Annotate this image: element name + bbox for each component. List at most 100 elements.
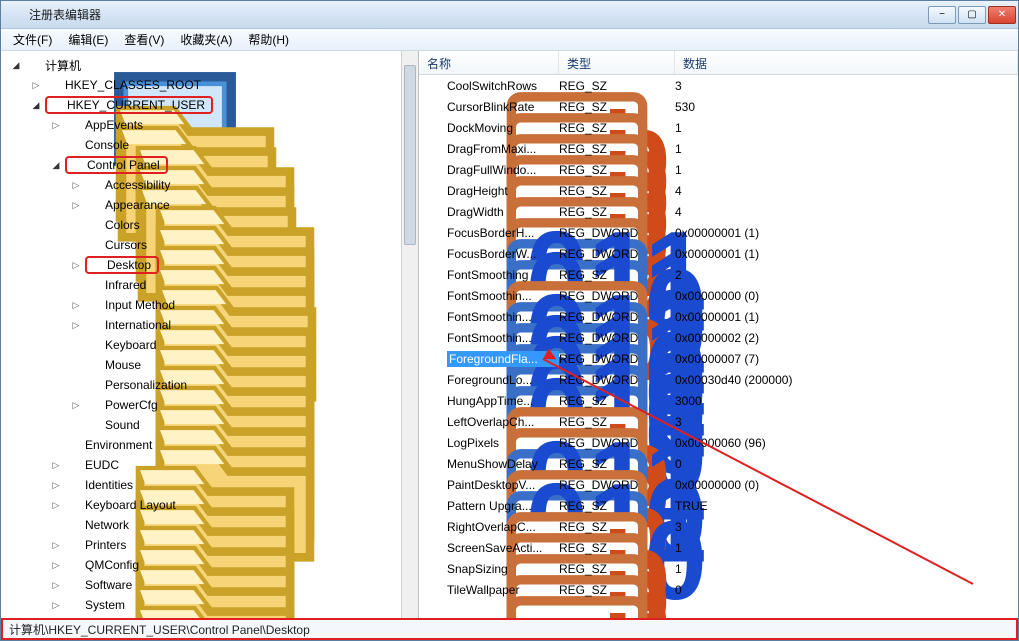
maximize-button[interactable]: ▢ (958, 6, 986, 24)
folder-icon (67, 158, 83, 172)
value-type: REG_DWORD (559, 310, 675, 324)
value-row[interactable]: DragHeightREG_SZ4 (419, 180, 1018, 201)
value-type: REG_SZ (559, 79, 675, 93)
value-row[interactable]: FontSmoothingREG_SZ2 (419, 264, 1018, 285)
reg-string-icon (427, 162, 443, 178)
value-row[interactable]: FocusBorderH...REG_DWORD0x00000001 (1) (419, 222, 1018, 243)
expand-toggle-icon[interactable]: ▷ (49, 578, 63, 592)
value-data: 4 (675, 205, 1018, 219)
expand-toggle-icon[interactable]: ▷ (69, 318, 83, 332)
value-data: 3 (675, 415, 1018, 429)
tree-panel[interactable]: ◢计算机▷HKEY_CLASSES_ROOT◢HKEY_CURRENT_USER… (1, 51, 419, 618)
folder-icon (85, 398, 101, 412)
value-type: REG_SZ (559, 415, 675, 429)
minimize-button[interactable]: − (928, 6, 956, 24)
value-row[interactable]: FontSmoothin...REG_DWORD0x00000000 (0) (419, 285, 1018, 306)
expand-toggle-icon[interactable]: ▷ (49, 478, 63, 492)
regedit-icon (7, 7, 23, 23)
expand-toggle-icon[interactable]: ▷ (49, 498, 63, 512)
tree-personalization[interactable]: Personalization (1, 375, 418, 395)
expand-toggle-icon[interactable]: ▷ (69, 178, 83, 192)
value-name: Pattern Upgra... (447, 499, 559, 513)
tree-system[interactable]: ▷System (1, 595, 418, 615)
col-data-header[interactable]: 数据 (675, 51, 1018, 74)
expand-toggle-icon[interactable]: ▷ (29, 78, 43, 92)
value-row[interactable]: ForegroundFla...REG_DWORD0x00000007 (7) (419, 348, 1018, 369)
tree-root-computer[interactable]: ◢计算机 (1, 55, 418, 75)
scroll-thumb[interactable] (404, 65, 416, 245)
value-name: FocusBorderH... (447, 226, 559, 240)
value-row[interactable]: ForegroundLo...REG_DWORD0x00030d40 (2000… (419, 369, 1018, 390)
value-row[interactable]: FontSmoothin...REG_DWORD0x00000001 (1) (419, 306, 1018, 327)
expand-toggle-icon[interactable]: ▷ (69, 298, 83, 312)
value-row[interactable]: Pattern Upgra...REG_SZTRUE (419, 495, 1018, 516)
titlebar[interactable]: 注册表编辑器 − ▢ ✕ (1, 1, 1018, 29)
value-row[interactable]: TileWallpaperREG_SZ0 (419, 579, 1018, 600)
tree-identities[interactable]: ▷Identities (1, 475, 418, 495)
tree-infrared[interactable]: Infrared (1, 275, 418, 295)
expand-toggle-icon[interactable]: ▷ (69, 198, 83, 212)
expand-toggle-icon[interactable]: ▷ (49, 598, 63, 612)
col-name-header[interactable]: 名称 (419, 51, 559, 74)
tree-desktop[interactable]: ▷Desktop (1, 255, 418, 275)
value-row[interactable]: DragWidthREG_SZ4 (419, 201, 1018, 222)
reg-string-icon (427, 414, 443, 430)
tree-international[interactable]: ▷International (1, 315, 418, 335)
value-row[interactable]: CursorBlinkRateREG_SZ530 (419, 96, 1018, 117)
expand-toggle-icon[interactable]: ▷ (49, 118, 63, 132)
tree-hkcu[interactable]: ◢HKEY_CURRENT_USER (1, 95, 418, 115)
value-row[interactable]: ScreenSaveActi...REG_SZ1 (419, 537, 1018, 558)
list-body[interactable]: CoolSwitchRowsREG_SZ3CursorBlinkRateREG_… (419, 75, 1018, 618)
value-data: 0x00000001 (1) (675, 226, 1018, 240)
value-row[interactable]: HungAppTime...REG_SZ3000 (419, 390, 1018, 411)
tree-environment[interactable]: Environment (1, 435, 418, 455)
collapse-toggle-icon[interactable]: ◢ (49, 158, 63, 172)
close-button[interactable]: ✕ (988, 6, 1016, 24)
value-row[interactable]: PaintDesktopV...REG_DWORD0x00000000 (0) (419, 474, 1018, 495)
folder-icon (47, 98, 63, 112)
menu-view[interactable]: 查看(V) (116, 29, 172, 50)
value-row[interactable]: CoolSwitchRowsREG_SZ3 (419, 75, 1018, 96)
menu-help[interactable]: 帮助(H) (240, 29, 297, 50)
menu-file[interactable]: 文件(F) (5, 29, 60, 50)
menu-edit[interactable]: 编辑(E) (60, 29, 116, 50)
tree-scrollbar[interactable] (401, 51, 418, 618)
value-row[interactable]: SnapSizingREG_SZ1 (419, 558, 1018, 579)
tree-network[interactable]: Network (1, 515, 418, 535)
tree-eudc[interactable]: ▷ EUDC (1, 455, 418, 475)
menubar: 文件(F) 编辑(E) 查看(V) 收藏夹(A) 帮助(H) (1, 29, 1018, 51)
expand-toggle-icon[interactable]: ▷ (49, 558, 63, 572)
collapse-toggle-icon[interactable]: ◢ (29, 98, 43, 112)
tree-keyboardlayout[interactable]: ▷Keyboard Layout (1, 495, 418, 515)
value-row[interactable]: DockMovingREG_SZ1 (419, 117, 1018, 138)
tree-keyboard[interactable]: Keyboard (1, 335, 418, 355)
collapse-toggle-icon[interactable]: ◢ (9, 58, 23, 72)
menu-favorites[interactable]: 收藏夹(A) (172, 29, 240, 50)
tree-software[interactable]: ▷Software (1, 575, 418, 595)
value-row[interactable]: LogPixelsREG_DWORD0x00000060 (96) (419, 432, 1018, 453)
tree-hkcr[interactable]: ▷HKEY_CLASSES_ROOT (1, 75, 418, 95)
tree-inputmethod[interactable]: ▷Input Method (1, 295, 418, 315)
value-row[interactable]: FocusBorderW...REG_DWORD0x00000001 (1) (419, 243, 1018, 264)
tree-label: EUDC (85, 458, 119, 472)
value-row[interactable]: RightOverlapC...REG_SZ3 (419, 516, 1018, 537)
value-row[interactable]: LeftOverlapCh...REG_SZ3 (419, 411, 1018, 432)
value-row[interactable]: DragFromMaxi...REG_SZ1 (419, 138, 1018, 159)
value-row[interactable]: MenuShowDelayREG_SZ0 (419, 453, 1018, 474)
toggle-spacer (69, 238, 83, 252)
value-row[interactable]: FontSmoothin...REG_DWORD0x00000002 (2) (419, 327, 1018, 348)
expand-toggle-icon[interactable]: ▷ (69, 398, 83, 412)
tree-sound[interactable]: Sound (1, 415, 418, 435)
tree-powercfg[interactable]: ▷PowerCfg (1, 395, 418, 415)
reg-string-icon (427, 393, 443, 409)
value-name: CursorBlinkRate (447, 100, 559, 114)
tree-mouse[interactable]: Mouse (1, 355, 418, 375)
tree-printers[interactable]: ▷Printers (1, 535, 418, 555)
tree-qmconfig[interactable]: ▷QMConfig (1, 555, 418, 575)
expand-toggle-icon[interactable]: ▷ (69, 258, 83, 272)
value-row[interactable]: DragFullWindo...REG_SZ1 (419, 159, 1018, 180)
expand-toggle-icon[interactable]: ▷ (49, 538, 63, 552)
value-data: 1 (675, 163, 1018, 177)
expand-toggle-icon[interactable]: ▷ (49, 458, 63, 472)
col-type-header[interactable]: 类型 (559, 51, 675, 74)
